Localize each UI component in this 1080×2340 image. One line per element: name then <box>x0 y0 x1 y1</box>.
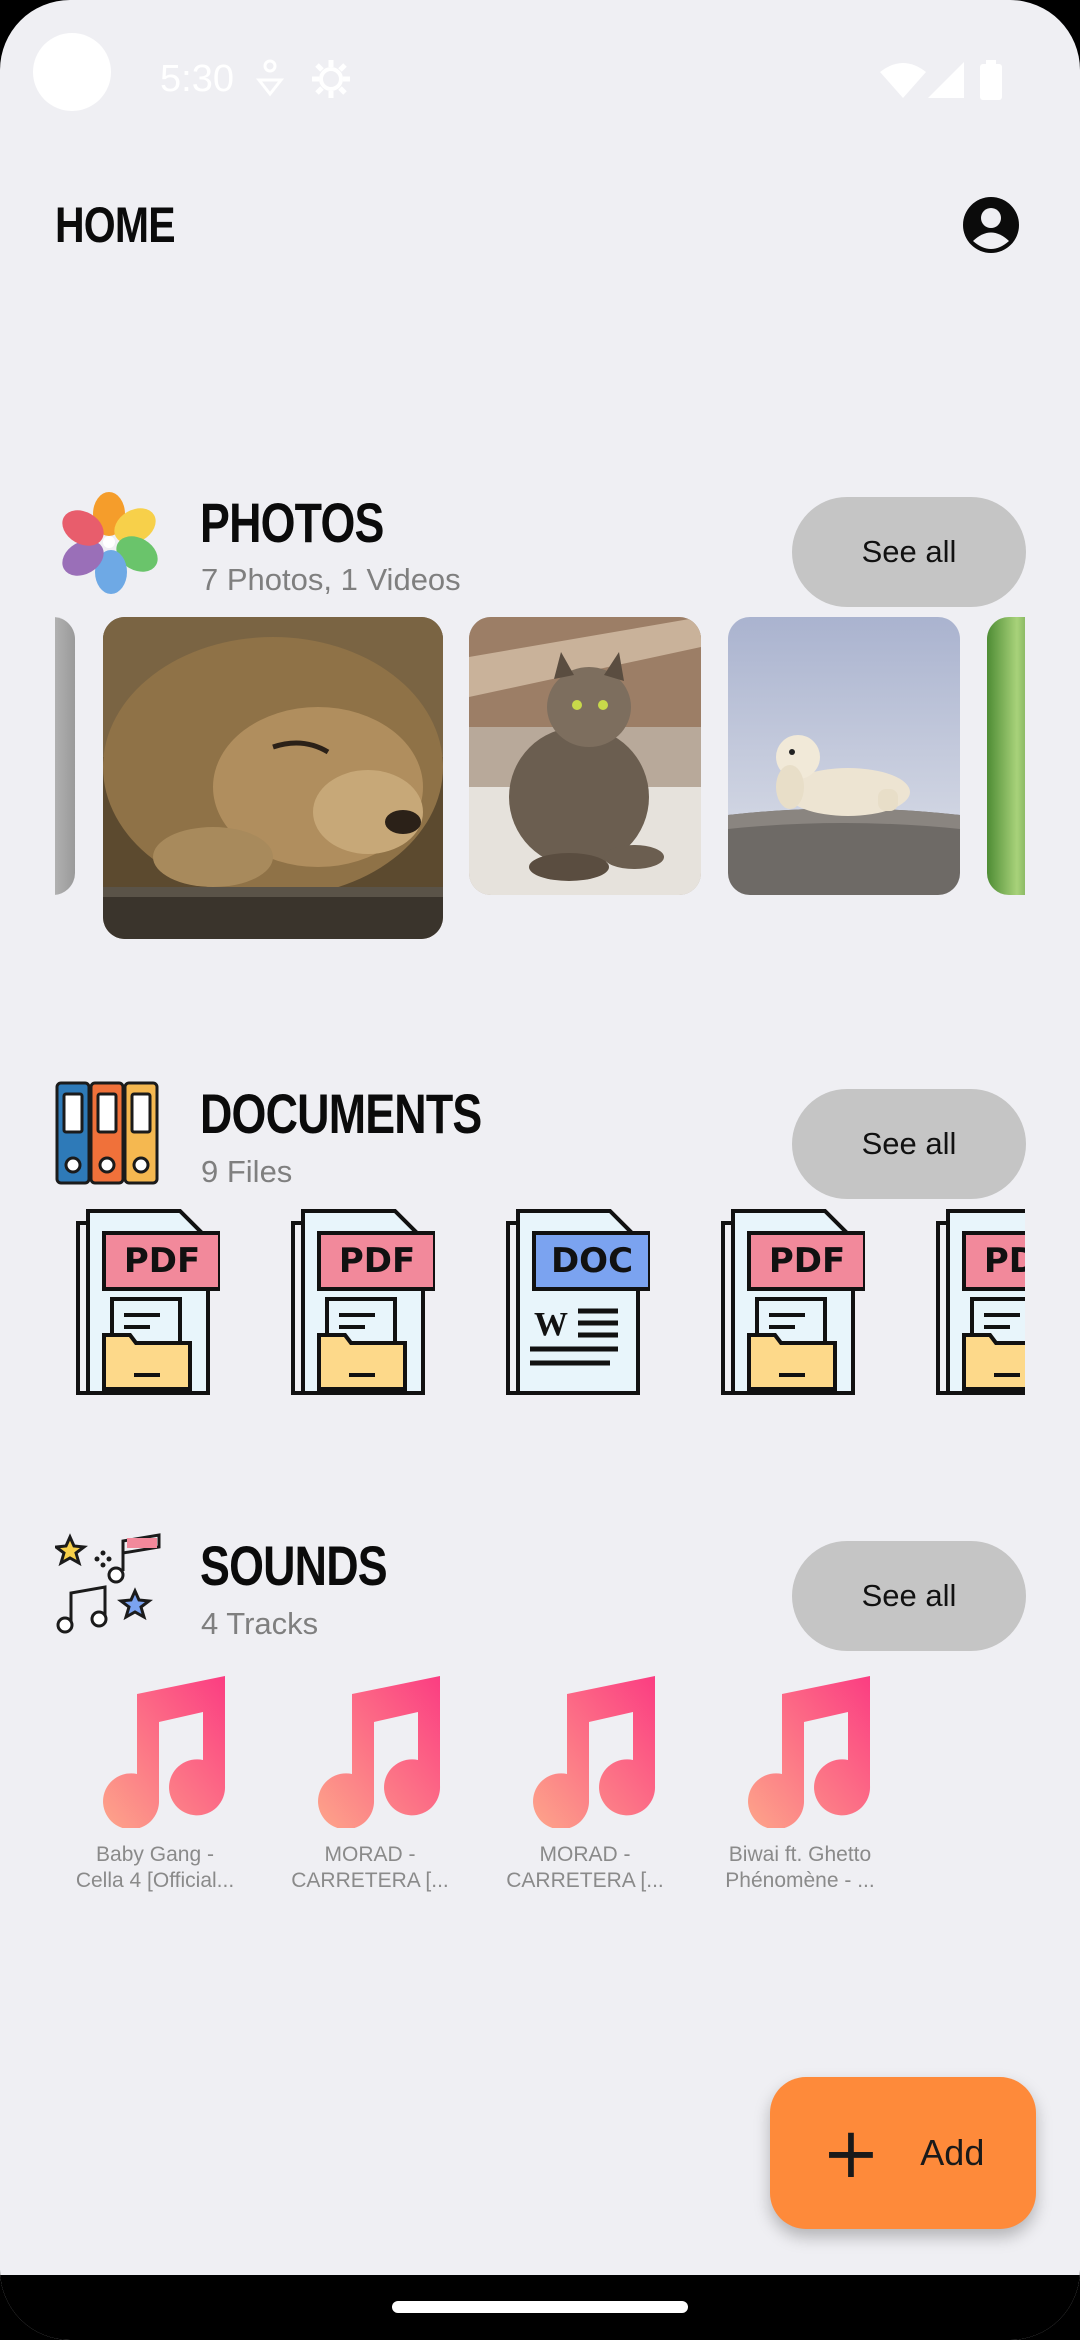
document-type-label: PDF <box>124 1241 200 1281</box>
home-gesture-handle[interactable] <box>392 2301 688 2313</box>
sounds-section-subtitle: 4 Tracks <box>201 1606 319 1641</box>
track-title-line2: CARRETERA [... <box>291 1869 449 1892</box>
document-file-doc-icon[interactable]: DOC W <box>500 1207 650 1397</box>
document-type-label: PDF <box>339 1241 415 1281</box>
photos-strip[interactable] <box>55 615 1025 940</box>
photo-thumbnail-polar-bear[interactable] <box>728 617 960 895</box>
sounds-section-title: SOUNDS <box>200 1534 388 1597</box>
settings-gear-icon <box>312 60 350 98</box>
photo-thumbnail-cat[interactable] <box>469 617 701 895</box>
documents-see-all-button[interactable]: See all <box>792 1089 1026 1199</box>
plus-icon: + <box>821 2112 881 2194</box>
track-item[interactable]: Baby Gang - Cella 4 [Official... <box>55 1668 255 1894</box>
folder-icon <box>317 1297 407 1391</box>
photos-app-icon <box>62 492 158 594</box>
notification-icon <box>255 59 285 97</box>
status-bar: 5:30 <box>0 0 1080 170</box>
track-title-line2: Phénomène - ... <box>725 1869 875 1892</box>
track-title: Biwai ft. Ghetto Phénomène - ... <box>700 1842 900 1894</box>
document-file-pdf-icon[interactable]: PDF <box>930 1207 1025 1397</box>
track-title: MORAD - CARRETERA [... <box>270 1842 470 1894</box>
document-type-label: PDF <box>769 1241 845 1281</box>
screen: 5:30 HOME PHOTOS 7 Photos, 1 Videos See … <box>0 0 1080 2340</box>
photo-thumbnail-lion[interactable] <box>103 617 443 939</box>
photo-thumbnail-partial[interactable] <box>987 617 1025 895</box>
add-fab-button[interactable]: + Add <box>770 2077 1036 2229</box>
track-title-line1: MORAD - <box>324 1843 416 1866</box>
documents-section-title: DOCUMENTS <box>200 1082 482 1145</box>
music-note-icon <box>748 1676 871 1828</box>
track-item[interactable]: Biwai ft. Ghetto Phénomène - ... <box>700 1668 900 1894</box>
documents-section-subtitle: 9 Files <box>201 1154 293 1189</box>
track-title-line1: MORAD - <box>539 1843 631 1866</box>
track-title: Baby Gang - Cella 4 [Official... <box>55 1842 255 1894</box>
battery-icon <box>980 60 1002 100</box>
sounds-strip[interactable]: Baby Gang - Cella 4 [Official... MORAD - CA… <box>55 1668 1025 1928</box>
music-note-icon <box>103 1676 226 1828</box>
folder-icon <box>747 1297 837 1391</box>
wifi-icon <box>880 63 926 98</box>
sounds-see-all-button[interactable]: See all <box>792 1541 1026 1651</box>
camera-cutout <box>33 33 111 111</box>
cellular-signal-icon <box>928 62 964 98</box>
svg-text:W: W <box>534 1306 568 1343</box>
track-item[interactable]: MORAD - CARRETERA [... <box>485 1668 685 1894</box>
photos-section-title: PHOTOS <box>200 491 384 554</box>
document-file-pdf-icon[interactable]: PDF <box>70 1207 220 1397</box>
add-fab-label: Add <box>920 2132 985 2173</box>
track-title-line1: Baby Gang - <box>96 1843 214 1866</box>
document-type-label: DOC <box>551 1241 633 1281</box>
page-title: HOME <box>55 197 176 253</box>
document-type-label: PDF <box>984 1241 1025 1281</box>
document-file-pdf-icon[interactable]: PDF <box>715 1207 865 1397</box>
document-file-pdf-icon[interactable]: PDF <box>285 1207 435 1397</box>
binders-folder-icon <box>55 1081 159 1185</box>
music-note-icon <box>318 1676 441 1828</box>
track-title: MORAD - CARRETERA [... <box>485 1842 685 1894</box>
track-title-line1: Biwai ft. Ghetto <box>728 1843 872 1866</box>
music-notes-icon <box>55 1533 161 1634</box>
documents-strip[interactable]: PDF PDF DOC W PDF PDF <box>55 1205 1025 1405</box>
track-item[interactable]: MORAD - CARRETERA [... <box>270 1668 470 1894</box>
status-time: 5:30 <box>160 58 234 100</box>
folder-icon <box>962 1297 1025 1391</box>
photo-thumbnail-partial[interactable] <box>55 617 75 895</box>
folder-icon <box>102 1297 192 1391</box>
photos-see-all-button[interactable]: See all <box>792 497 1026 607</box>
account-avatar-icon[interactable] <box>962 196 1020 254</box>
music-note-icon <box>533 1676 656 1828</box>
track-title-line2: Cella 4 [Official... <box>75 1869 235 1892</box>
track-title-line2: CARRETERA [... <box>506 1869 664 1892</box>
photos-section-subtitle: 7 Photos, 1 Videos <box>201 562 461 597</box>
